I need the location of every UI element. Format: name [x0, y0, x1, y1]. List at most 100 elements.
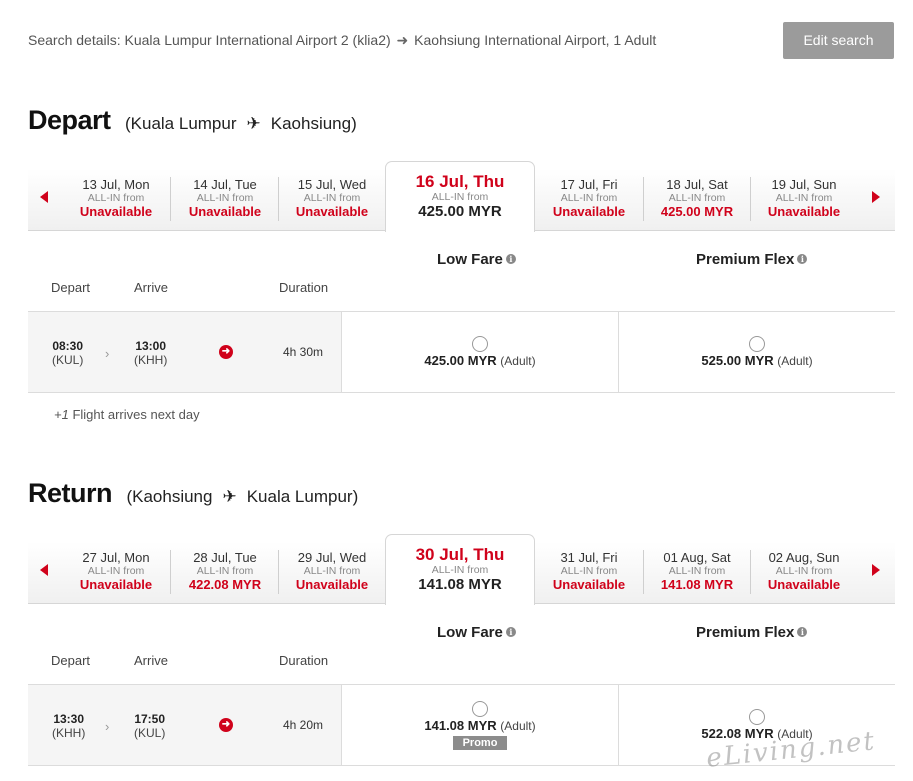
day-price: Unavailable [767, 577, 841, 592]
day-date: 27 Jul, Mon [82, 550, 150, 565]
day-from-label: ALL-IN from [668, 565, 726, 577]
low-fare-option[interactable]: 425.00 MYR (Adult) [341, 312, 618, 392]
depart-airport-code: (KUL) [52, 353, 84, 367]
return-day-5[interactable]: 01 Aug, Sat ALL-IN from 141.08 MYR [643, 550, 751, 596]
col-duration: Duration [279, 653, 329, 668]
day-price: 141.08 MYR [660, 577, 734, 592]
day-date: 01 Aug, Sat [663, 550, 731, 565]
depart-day-2[interactable]: 15 Jul, Wed ALL-IN from Unavailable [278, 177, 386, 223]
return-day-0[interactable]: 27 Jul, Mon ALL-IN from Unavailable [62, 550, 170, 596]
depart-day-5[interactable]: 18 Jul, Sat ALL-IN from 425.00 MYR [643, 177, 751, 223]
depart-day-0[interactable]: 13 Jul, Mon ALL-IN from Unavailable [62, 177, 170, 223]
flight-row: 13:30 (KHH) › 17:50 (KUL) ➜ 4h 20m 141.0… [28, 684, 895, 766]
flight-row: 08:30 (KUL) › 13:00 (KHH) ➜ 4h 30m 425.0… [28, 311, 895, 393]
day-date: 13 Jul, Mon [82, 177, 150, 192]
search-details-label: Search details: [28, 32, 121, 48]
depart-day-6[interactable]: 19 Jul, Sun ALL-IN from Unavailable [750, 177, 858, 223]
day-from-label: ALL-IN from [196, 565, 254, 577]
info-icon[interactable]: i [505, 627, 516, 637]
chevron-right-icon: › [105, 346, 110, 361]
day-from-label: ALL-IN from [775, 192, 833, 204]
depart-day-selected[interactable]: 16 Jul, Thu ALL-IN from 425.00 MYR [385, 161, 535, 232]
low-fare-label: Low Fare [437, 624, 503, 641]
depart-date-selector: 13 Jul, Mon ALL-IN from Unavailable 14 J… [28, 161, 895, 232]
depart-day-1[interactable]: 14 Jul, Tue ALL-IN from Unavailable [171, 177, 279, 223]
day-price: Unavailable [767, 204, 841, 219]
low-fare-amount: 141.08 MYR [424, 718, 497, 733]
low-fare-radio[interactable] [472, 336, 488, 352]
passenger-type: (Adult) [500, 719, 536, 733]
col-depart: Depart [51, 653, 91, 668]
depart-airport-code: (KHH) [52, 726, 86, 740]
premium-flex-option[interactable]: 522.08 MYR (Adult) [618, 685, 895, 765]
return-day-6[interactable]: 02 Aug, Sun ALL-IN from Unavailable [750, 550, 858, 596]
day-date: 18 Jul, Sat [666, 177, 728, 192]
low-fare-radio[interactable] [472, 701, 488, 717]
premium-flex-price: 525.00 MYR (Adult) [619, 353, 895, 368]
arrive-time-value: 17:50 [134, 712, 166, 726]
day-price: Unavailable [295, 577, 369, 592]
premium-flex-option[interactable]: 525.00 MYR (Adult) [618, 312, 895, 392]
premium-flex-amount: 525.00 MYR [701, 353, 774, 368]
day-from-label: ALL-IN from [775, 565, 833, 577]
day-date: 15 Jul, Wed [297, 177, 367, 192]
day-from-label: ALL-IN from [431, 564, 489, 576]
passenger-type: (Adult) [500, 354, 536, 368]
low-fare-label: Low Fare [437, 251, 503, 268]
day-date: 30 Jul, Thu [415, 545, 505, 564]
depart-heading: Depart (Kuala Lumpur ✈ Kaohsiung) [28, 105, 357, 136]
premium-flex-radio[interactable] [749, 709, 765, 725]
next-day-text: Flight arrives next day [68, 407, 200, 422]
arrive-airport-code: (KUL) [134, 726, 166, 740]
flight-info-cell: 08:30 (KUL) › 13:00 (KHH) ➜ 4h 30m [28, 312, 341, 392]
return-day-4[interactable]: 31 Jul, Fri ALL-IN from Unavailable [535, 550, 643, 596]
low-fare-price: 425.00 MYR (Adult) [342, 353, 618, 368]
passenger-type: (Adult) [777, 727, 813, 741]
day-price: Unavailable [79, 204, 153, 219]
col-arrive: Arrive [134, 653, 168, 668]
day-price: Unavailable [295, 204, 369, 219]
search-origin: Kuala Lumpur International Airport 2 (kl… [124, 32, 391, 48]
day-date: 19 Jul, Sun [771, 177, 837, 192]
promo-badge: Promo [452, 736, 508, 750]
day-date: 29 Jul, Wed [297, 550, 367, 565]
depart-route: (Kuala Lumpur ✈ Kaohsiung) [124, 114, 357, 133]
day-from-label: ALL-IN from [196, 192, 254, 204]
plane-icon: ✈ [246, 114, 261, 133]
info-icon[interactable]: i [797, 627, 808, 637]
day-date: 02 Aug, Sun [768, 550, 840, 565]
day-from-label: ALL-IN from [87, 192, 145, 204]
info-icon[interactable]: i [797, 254, 808, 264]
return-route-from: Kaohsiung [132, 487, 213, 506]
col-arrive: Arrive [134, 280, 168, 295]
prev-dates-arrow-icon[interactable] [40, 564, 48, 576]
depart-time-value: 08:30 [52, 339, 84, 353]
depart-route-from: Kuala Lumpur [130, 114, 237, 133]
passenger-type: (Adult) [777, 354, 813, 368]
flight-info-cell: 13:30 (KHH) › 17:50 (KUL) ➜ 4h 20m [28, 685, 341, 765]
return-day-selected[interactable]: 30 Jul, Thu ALL-IN from 141.08 MYR [385, 534, 535, 605]
plane-icon: ✈ [222, 487, 237, 506]
return-day-2[interactable]: 29 Jul, Wed ALL-IN from Unavailable [278, 550, 386, 596]
return-day-1[interactable]: 28 Jul, Tue ALL-IN from 422.08 MYR [171, 550, 279, 596]
premium-flex-header: Premium Flex i [696, 251, 808, 268]
low-fare-option[interactable]: 141.08 MYR (Adult) Promo [341, 685, 618, 765]
depart-title: Depart [28, 105, 111, 135]
day-price: Unavailable [552, 577, 626, 592]
day-from-label: ALL-IN from [431, 191, 489, 203]
prev-dates-arrow-icon[interactable] [40, 191, 48, 203]
day-price: Unavailable [552, 204, 626, 219]
depart-day-4[interactable]: 17 Jul, Fri ALL-IN from Unavailable [535, 177, 643, 223]
info-icon[interactable]: i [505, 254, 516, 264]
day-date: 14 Jul, Tue [193, 177, 257, 192]
next-dates-arrow-icon[interactable] [872, 564, 880, 576]
edit-search-button[interactable]: Edit search [783, 22, 894, 59]
next-day-mark: +1 [54, 407, 69, 422]
depart-time: 13:30 (KHH) [52, 712, 85, 740]
next-dates-arrow-icon[interactable] [872, 191, 880, 203]
low-fare-amount: 425.00 MYR [424, 353, 497, 368]
premium-flex-radio[interactable] [749, 336, 765, 352]
low-fare-price: 141.08 MYR (Adult) [342, 718, 618, 733]
day-date: 16 Jul, Thu [415, 172, 505, 191]
return-route-to: Kuala Lumpur [246, 487, 353, 506]
